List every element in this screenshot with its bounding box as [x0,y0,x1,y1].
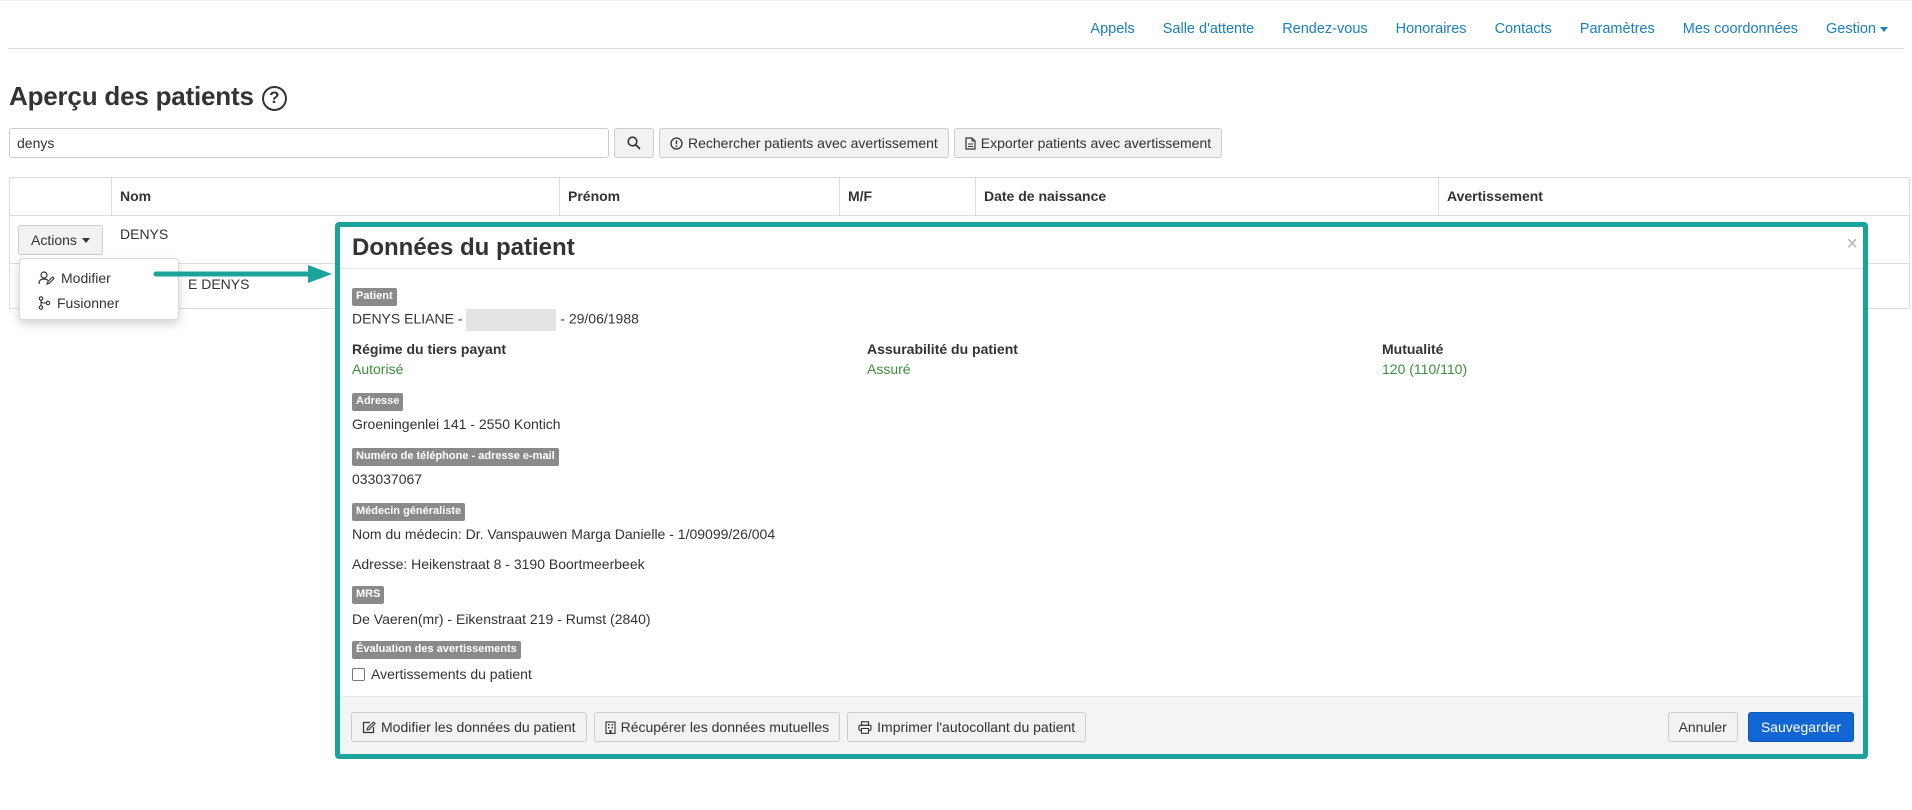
caret-down-icon [1880,26,1888,32]
assurabilite-title: Assurabilité du patient [867,341,1018,357]
col-date-naissance-header[interactable]: Date de naissance [975,178,1438,215]
col-avertissement-header[interactable]: Avertissement [1438,178,1909,215]
nav-gestion[interactable]: Gestion [1812,21,1902,37]
menu-item-fusionner-label: Fusionner [57,294,120,311]
regime-value: Autorisé [352,361,404,377]
print-sticker-button[interactable]: Imprimer l'autocollant du patient [847,712,1087,742]
redacted-field [466,309,557,331]
mrs-value: De Vaeren(mr) - Eikenstraat 219 - Rumst … [352,611,651,627]
nav-divider [8,48,1904,49]
nav-honoraires[interactable]: Honoraires [1382,21,1481,37]
warnings-checkbox-label: Avertissements du patient [371,666,532,682]
nav-mes-coordonnees[interactable]: Mes coordonnées [1669,21,1812,37]
adresse-value: Groeningenlei 141 - 2550 Kontich [352,416,561,432]
help-icon[interactable]: ? [261,86,287,111]
search-warnings-button[interactable]: Rechercher patients avec avertissement [659,128,949,158]
search-warnings-label: Rechercher patients avec avertissement [688,135,938,151]
nav-parametres[interactable]: Paramètres [1566,21,1669,37]
building-icon [605,720,616,734]
retrieve-mutual-label: Récupérer les données mutuelles [620,719,830,735]
table-header: Nom Prénom M/F Date de naissance Avertis… [10,178,1909,216]
patient-label: Patient [352,288,397,306]
patient-identity: DENYS ELIANE - - 29/06/1988 [352,309,639,331]
nav-appels[interactable]: Appels [1076,21,1148,37]
medecin-name: Nom du médecin: Dr. Vanspauwen Marga Dan… [352,526,776,542]
user-edit-icon [38,270,55,285]
col-mf-header[interactable]: M/F [839,178,975,215]
mutualite-value: 120 (110/110) [1382,361,1468,377]
adresse-label: Adresse [352,393,404,411]
edit-patient-button[interactable]: Modifier les données du patient [351,712,587,742]
modal-footer: Modifier les données du patient Récupére… [340,696,1863,754]
close-icon[interactable]: × [1846,233,1858,256]
cancel-button[interactable]: Annuler [1667,712,1738,742]
print-sticker-label: Imprimer l'autocollant du patient [877,719,1076,735]
search-button[interactable] [614,128,654,158]
nav-salle-attente[interactable]: Salle d'attente [1149,21,1268,37]
cell-nom: DENYS [120,226,169,242]
merge-icon [38,295,51,310]
phone-email-label: Numéro de téléphone - adresse e-mail [352,448,559,466]
modal-header: Données du patient × [340,227,1863,269]
nav-rendez-vous[interactable]: Rendez-vous [1268,21,1381,37]
save-button[interactable]: Sauvegarder [1747,712,1854,742]
caret-down-icon [81,237,90,243]
nav-gestion-label: Gestion [1826,21,1876,37]
col-actions-header [10,178,111,215]
nav-contacts[interactable]: Contacts [1481,21,1566,37]
assurabilite-value: Assuré [867,361,911,377]
export-warnings-button[interactable]: Exporter patients avec avertissement [953,128,1223,158]
file-export-icon [965,136,976,150]
medecin-label: Médecin généraliste [352,503,466,521]
warnings-checkbox[interactable] [352,668,365,681]
menu-item-fusionner[interactable]: Fusionner [20,290,178,315]
edit-patient-label: Modifier les données du patient [381,719,576,735]
search-input[interactable] [9,128,609,158]
phone-value: 033037067 [352,471,423,487]
page-title: Aperçu des patients? [9,81,287,112]
col-prenom-header[interactable]: Prénom [559,178,839,215]
print-icon [858,720,872,734]
retrieve-mutual-button[interactable]: Récupérer les données mutuelles [593,712,841,742]
medecin-address: Adresse: Heikenstraat 8 - 3190 Boortmeer… [352,556,645,572]
edit-icon [362,720,376,733]
evaluation-label: Évaluation des avertissements [352,641,521,659]
search-toolbar: Rechercher patients avec avertissement E… [9,128,1223,158]
patient-dob: - 29/06/1988 [560,310,639,327]
export-warnings-label: Exporter patients avec avertissement [980,135,1212,151]
search-icon [627,136,641,150]
patient-name: DENYS ELIANE - [352,310,463,327]
mutualite-title: Mutualité [1382,341,1444,357]
menu-item-modifier-label: Modifier [61,269,111,286]
annotation-arrow-icon [153,265,332,283]
modal-title: Données du patient [352,234,575,261]
actions-label: Actions [31,232,77,248]
info-circle-icon [670,136,683,150]
patient-data-modal: Données du patient × Patient DENYS ELIAN… [335,222,1868,759]
mrs-label: MRS [352,586,385,604]
regime-title: Régime du tiers payant [352,341,507,357]
page-title-text: Aperçu des patients [9,81,254,111]
warnings-checkbox-row[interactable]: Avertissements du patient [352,666,532,682]
actions-button[interactable]: Actions [18,225,103,255]
col-nom-header[interactable]: Nom [111,178,559,215]
top-navigation: Appels Salle d'attente Rendez-vous Honor… [0,0,1912,49]
